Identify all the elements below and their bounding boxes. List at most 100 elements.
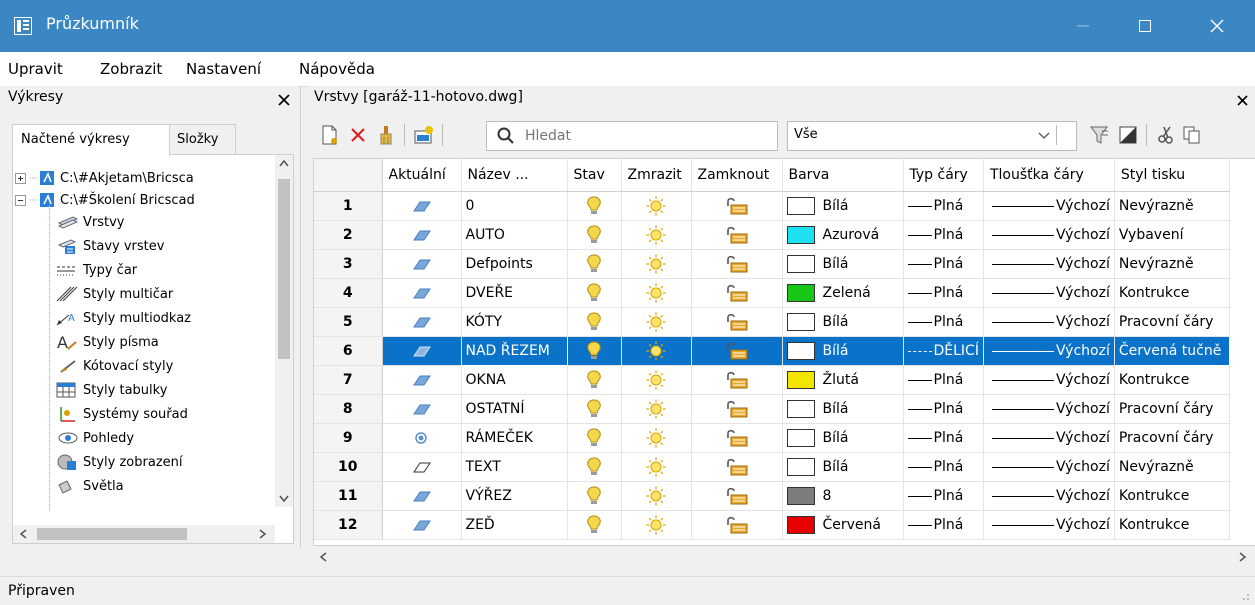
name-cell[interactable]: TEXT bbox=[461, 452, 568, 482]
tab-folders[interactable]: Složky bbox=[168, 124, 236, 156]
state-cell[interactable] bbox=[567, 452, 622, 482]
state-cell[interactable] bbox=[567, 365, 622, 395]
chevron-left-icon[interactable] bbox=[319, 552, 327, 562]
lock-cell[interactable] bbox=[691, 220, 783, 250]
table-row[interactable]: 3 Defpoints Bílá Plná Výchozí Nevýrazně bbox=[314, 249, 1230, 279]
grid-horizontal-scrollbar[interactable] bbox=[313, 546, 1255, 568]
freeze-cell[interactable] bbox=[621, 365, 692, 395]
lineweight-cell[interactable]: Výchozí bbox=[983, 191, 1115, 221]
tree-item-visual-styles[interactable]: Styly zobrazení bbox=[53, 451, 183, 473]
search-input[interactable] bbox=[523, 126, 767, 146]
linetype-cell[interactable]: Plná bbox=[903, 452, 984, 482]
menu-nastaveni[interactable]: Nastavení bbox=[186, 60, 261, 78]
tree-item-drawing-2[interactable]: C:\#Školení Bricscad bbox=[15, 189, 195, 211]
linetype-cell[interactable]: Plná bbox=[903, 278, 984, 308]
color-cell[interactable]: Bílá bbox=[782, 394, 904, 424]
color-cell[interactable]: Bílá bbox=[782, 191, 904, 221]
lineweight-cell[interactable]: Výchozí bbox=[983, 481, 1115, 511]
table-row[interactable]: 1 0 Bílá Plná Výchozí Nevýrazně bbox=[314, 191, 1230, 221]
lineweight-cell[interactable]: Výchozí bbox=[983, 278, 1115, 308]
new-layer-button[interactable] bbox=[320, 125, 340, 145]
lineweight-cell[interactable]: Výchozí bbox=[983, 423, 1115, 453]
lineweight-cell[interactable]: Výchozí bbox=[983, 365, 1115, 395]
cut-button[interactable] bbox=[1156, 125, 1176, 145]
tree-item-table-styles[interactable]: Styly tabulky bbox=[53, 379, 167, 401]
color-cell[interactable]: Bílá bbox=[782, 307, 904, 337]
freeze-cell[interactable] bbox=[621, 423, 692, 453]
current-cell[interactable] bbox=[382, 249, 462, 279]
color-cell[interactable]: Bílá bbox=[782, 336, 904, 366]
column-header-freeze[interactable]: Zmrazit bbox=[621, 159, 692, 192]
freeze-cell[interactable] bbox=[621, 481, 692, 511]
tree-item-layer-states[interactable]: Stavy vrstev bbox=[53, 235, 164, 257]
table-row[interactable]: 10 TEXT Bílá Plná Výchozí Nevýrazně bbox=[314, 452, 1230, 482]
invert-filter-button[interactable] bbox=[1118, 125, 1138, 145]
color-cell[interactable]: Červená bbox=[782, 510, 904, 540]
purge-button[interactable] bbox=[376, 125, 396, 145]
current-cell[interactable] bbox=[382, 336, 462, 366]
plotstyle-cell[interactable]: Kontrukce bbox=[1114, 365, 1230, 395]
tab-loaded-drawings[interactable]: Načtené výkresy bbox=[12, 124, 170, 157]
tree-item-lights[interactable]: Světla bbox=[53, 475, 124, 497]
freeze-cell[interactable] bbox=[621, 191, 692, 221]
current-cell[interactable] bbox=[382, 481, 462, 511]
close-panel-icon[interactable] bbox=[1237, 95, 1248, 106]
chevron-right-icon[interactable] bbox=[1239, 552, 1247, 562]
color-cell[interactable]: Zelená bbox=[782, 278, 904, 308]
chevron-right-icon[interactable] bbox=[259, 529, 267, 539]
freeze-cell[interactable] bbox=[621, 394, 692, 424]
tree-vertical-scrollbar[interactable] bbox=[275, 155, 293, 507]
lineweight-cell[interactable]: Výchozí bbox=[983, 510, 1115, 540]
tree-item-views[interactable]: Pohledy bbox=[53, 427, 134, 449]
linetype-cell[interactable]: Plná bbox=[903, 423, 984, 453]
name-cell[interactable]: AUTO bbox=[461, 220, 568, 250]
linetype-cell[interactable]: DĚLICÍ bbox=[903, 336, 984, 366]
collapse-minus-icon[interactable] bbox=[15, 194, 26, 206]
linetype-cell[interactable]: Plná bbox=[903, 220, 984, 250]
name-cell[interactable]: DVEŘE bbox=[461, 278, 568, 308]
plotstyle-cell[interactable]: Pracovní čáry bbox=[1114, 423, 1230, 453]
freeze-cell[interactable] bbox=[621, 278, 692, 308]
linetype-cell[interactable]: Plná bbox=[903, 510, 984, 540]
lock-cell[interactable] bbox=[691, 481, 783, 511]
plotstyle-cell[interactable]: Kontrukce bbox=[1114, 481, 1230, 511]
linetype-cell[interactable]: Plná bbox=[903, 307, 984, 337]
state-cell[interactable] bbox=[567, 278, 622, 308]
lock-cell[interactable] bbox=[691, 394, 783, 424]
menu-zobrazit[interactable]: Zobrazit bbox=[100, 60, 162, 78]
current-cell[interactable] bbox=[382, 307, 462, 337]
plotstyle-cell[interactable]: Kontrukce bbox=[1114, 510, 1230, 540]
current-cell[interactable] bbox=[382, 394, 462, 424]
color-cell[interactable]: Bílá bbox=[782, 423, 904, 453]
lock-cell[interactable] bbox=[691, 249, 783, 279]
tree-item-drawing-1[interactable]: C:\#Akjetam\Bricsca bbox=[15, 167, 194, 189]
linetype-cell[interactable]: Plná bbox=[903, 365, 984, 395]
name-cell[interactable]: ZEĎ bbox=[461, 510, 568, 540]
close-window-button[interactable] bbox=[1194, 0, 1240, 52]
column-header-linetype[interactable]: Typ čáry bbox=[903, 159, 984, 192]
table-row[interactable]: 7 OKNA Žlutá Plná Výchozí Kontrukce bbox=[314, 365, 1230, 395]
close-panel-icon[interactable] bbox=[278, 94, 290, 106]
tree-item-dimension-styles[interactable]: Kótovací styly bbox=[53, 355, 173, 377]
lineweight-cell[interactable]: Výchozí bbox=[983, 249, 1115, 279]
linetype-cell[interactable]: Plná bbox=[903, 394, 984, 424]
menu-upravit[interactable]: Upravit bbox=[8, 60, 63, 78]
layer-states-button[interactable] bbox=[414, 125, 434, 145]
plotstyle-cell[interactable]: Nevýrazně bbox=[1114, 191, 1230, 221]
linetype-cell[interactable]: Plná bbox=[903, 249, 984, 279]
lock-cell[interactable] bbox=[691, 191, 783, 221]
freeze-cell[interactable] bbox=[621, 452, 692, 482]
column-header-lock[interactable]: Zamknout bbox=[691, 159, 783, 192]
table-row[interactable]: 8 OSTATNÍ Bílá Plná Výchozí Pracovní čáry bbox=[314, 394, 1230, 424]
lock-cell[interactable] bbox=[691, 278, 783, 308]
tree-item-layers[interactable]: Vrstvy bbox=[53, 211, 125, 233]
column-header-state[interactable]: Stav bbox=[567, 159, 622, 192]
table-row[interactable]: 9 RÁMEČEK Bílá Plná Výchozí Pracovní čáry bbox=[314, 423, 1230, 453]
name-cell[interactable]: NAD ŘEZEM bbox=[460, 336, 568, 366]
resize-grip-icon[interactable] bbox=[1238, 589, 1250, 601]
name-cell[interactable]: OSTATNÍ bbox=[461, 394, 568, 424]
minimize-button[interactable] bbox=[1060, 0, 1106, 52]
lineweight-cell[interactable]: Výchozí bbox=[983, 307, 1115, 337]
tree-item-text-styles[interactable]: A Styly písma bbox=[53, 331, 159, 353]
plotstyle-cell[interactable]: Vybavení bbox=[1114, 220, 1230, 250]
